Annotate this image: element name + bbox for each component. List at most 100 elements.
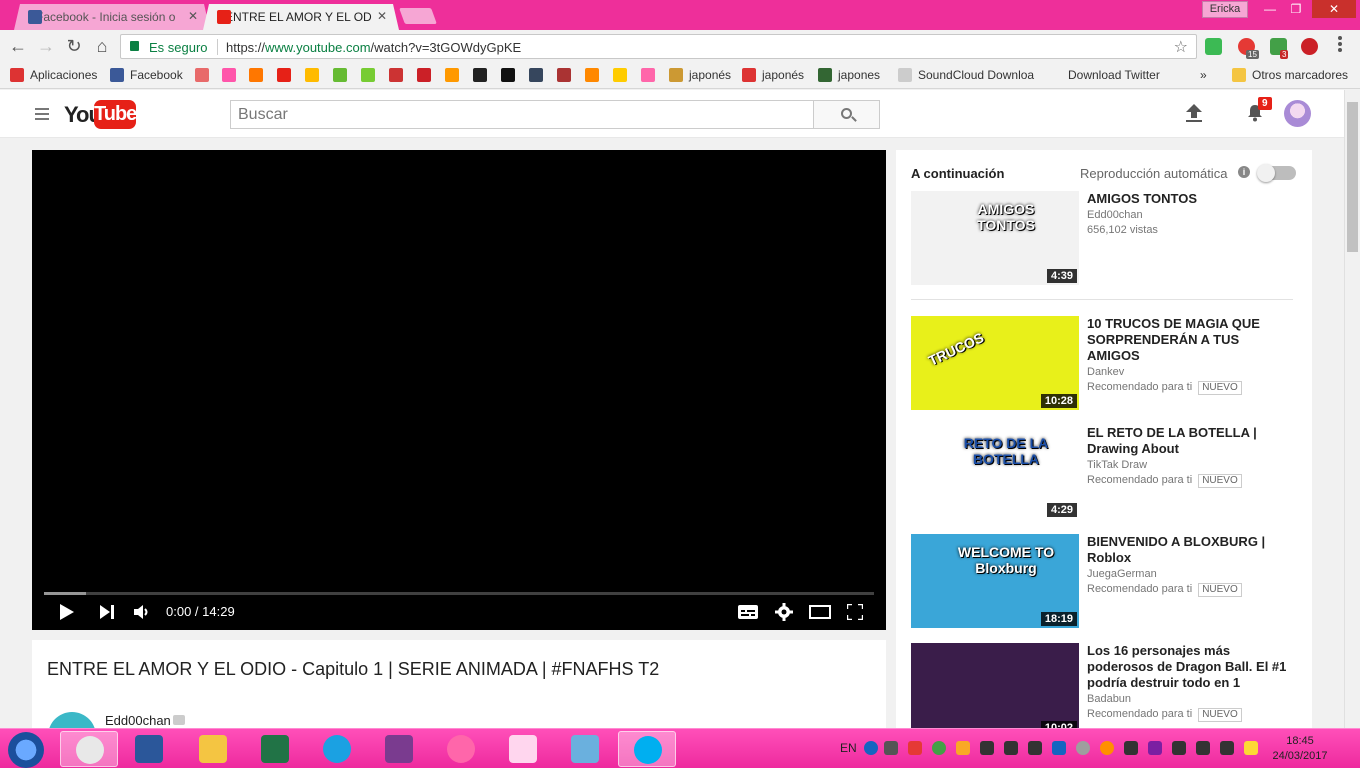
- taskbar-skype-button[interactable]: [618, 731, 676, 767]
- close-window-button[interactable]: ✕: [1312, 0, 1356, 18]
- up-next-video-item[interactable]: RETO DE LA BOTELLA 4:29 EL RETO DE LA BOTE…: [911, 425, 1293, 519]
- progress-bar[interactable]: [44, 592, 874, 595]
- settings-gear-icon[interactable]: [775, 603, 793, 621]
- address-bar[interactable]: Es seguro https://www.youtube.com/watch?…: [120, 34, 1197, 59]
- autoplay-toggle[interactable]: [1257, 164, 1296, 182]
- tray-app-icon[interactable]: [980, 741, 994, 755]
- tray-app-icon[interactable]: [1076, 741, 1090, 755]
- chrome-tray-icon[interactable]: [932, 741, 946, 755]
- bookmark-item[interactable]: [417, 68, 431, 82]
- bookmark-item[interactable]: japonés: [742, 68, 804, 82]
- bookmark-item[interactable]: [195, 68, 209, 82]
- up-next-video-title[interactable]: Los 16 personajes más poderosos de Drago…: [1087, 643, 1287, 691]
- up-next-video-item[interactable]: 10:02Los 16 personajes más poderosos de …: [911, 643, 1293, 737]
- bookmark-star-icon[interactable]: ☆: [1174, 37, 1188, 57]
- fullscreen-icon[interactable]: [847, 604, 863, 620]
- up-next-video-item[interactable]: WELCOME TO Bloxburg 18:19 BIENVENIDO A BLO…: [911, 534, 1293, 628]
- tray-app-icon[interactable]: [1100, 741, 1114, 755]
- tray-app-icon[interactable]: [1172, 741, 1186, 755]
- taskbar-winrar-button[interactable]: [370, 731, 428, 767]
- bookmark-item[interactable]: Otros marcadores: [1232, 68, 1348, 82]
- bookmark-item[interactable]: [641, 68, 655, 82]
- tab-facebook[interactable]: Facebook - Inicia sesión o ✕: [14, 4, 210, 30]
- up-next-channel[interactable]: TikTak Draw: [1087, 459, 1147, 471]
- bookmark-item[interactable]: [613, 68, 627, 82]
- minimize-button[interactable]: —: [1256, 0, 1284, 18]
- bookmark-item[interactable]: Aplicaciones: [10, 68, 97, 82]
- search-input[interactable]: Buscar: [230, 100, 814, 129]
- volume-icon[interactable]: [1124, 741, 1138, 755]
- bookmark-item[interactable]: [333, 68, 347, 82]
- help-icon[interactable]: [864, 741, 878, 755]
- taskbar-chrome-button[interactable]: [60, 731, 118, 767]
- back-icon[interactable]: ←: [7, 36, 29, 57]
- volume-icon[interactable]: [134, 604, 150, 620]
- network-icon[interactable]: [1220, 741, 1234, 755]
- user-avatar[interactable]: [1284, 100, 1311, 127]
- system-clock[interactable]: 18:45 24/03/2017: [1270, 734, 1330, 764]
- up-next-video-title[interactable]: 10 TRUCOS DE MAGIA QUE SORPRENDERÁN A TU…: [1087, 316, 1287, 364]
- language-indicator[interactable]: EN: [840, 741, 857, 755]
- close-tab-icon[interactable]: ✕: [188, 9, 198, 23]
- youtube-logo-tube[interactable]: Tube: [94, 100, 137, 129]
- tray-app-icon[interactable]: [956, 741, 970, 755]
- next-icon[interactable]: [100, 605, 114, 619]
- start-button[interactable]: [8, 732, 44, 768]
- bookmark-item[interactable]: [361, 68, 375, 82]
- upload-icon[interactable]: [1186, 104, 1202, 122]
- forward-icon[interactable]: →: [35, 36, 57, 57]
- bookmark-item[interactable]: Facebook: [110, 68, 183, 82]
- page-scrollbar[interactable]: [1344, 90, 1360, 728]
- taskbar-heart-button[interactable]: [494, 731, 552, 767]
- bookmark-item[interactable]: »: [1200, 68, 1207, 82]
- taskbar-ie-button[interactable]: [308, 731, 366, 767]
- extension-icon[interactable]: [1205, 38, 1222, 55]
- bookmark-item[interactable]: japonés: [669, 68, 731, 82]
- bookmark-item[interactable]: [222, 68, 236, 82]
- video-thumbnail[interactable]: TRUCOS 10:28: [911, 316, 1079, 410]
- tray-app-icon[interactable]: [1004, 741, 1018, 755]
- bookmark-item[interactable]: [473, 68, 487, 82]
- search-button[interactable]: [813, 100, 880, 129]
- bookmark-item[interactable]: [277, 68, 291, 82]
- onenote-icon[interactable]: [1148, 741, 1162, 755]
- maximize-button[interactable]: ❐: [1282, 0, 1310, 18]
- close-tab-icon[interactable]: ✕: [377, 9, 387, 23]
- pinterest-icon[interactable]: [1301, 38, 1318, 55]
- up-next-channel[interactable]: Badabun: [1087, 693, 1131, 705]
- up-next-video-item[interactable]: AMIGOS TONTOS 4:39 AMIGOS TONTOS Edd00chan 6…: [911, 191, 1293, 285]
- subtitles-icon[interactable]: [738, 605, 758, 619]
- bookmark-item[interactable]: [249, 68, 263, 82]
- home-icon[interactable]: ⌂: [91, 36, 113, 57]
- reload-icon[interactable]: ↻: [63, 36, 85, 57]
- bookmark-item[interactable]: [389, 68, 403, 82]
- video-thumbnail[interactable]: 10:02: [911, 643, 1079, 737]
- taskbar-network-button[interactable]: [556, 731, 614, 767]
- hamburger-menu-icon[interactable]: [35, 108, 49, 123]
- up-next-channel[interactable]: Edd00chan: [1087, 209, 1143, 221]
- play-icon[interactable]: [60, 604, 74, 620]
- show-hidden-icons-icon[interactable]: [884, 741, 898, 755]
- tray-app-icon[interactable]: [908, 741, 922, 755]
- bookmark-item[interactable]: japones: [818, 68, 880, 82]
- new-tab-button[interactable]: [399, 8, 437, 24]
- taskbar-osu-button[interactable]: [432, 731, 490, 767]
- bookmark-item[interactable]: Download Twitter: [1068, 68, 1160, 82]
- up-next-channel[interactable]: JuegaGerman: [1087, 568, 1157, 580]
- info-icon[interactable]: i: [1238, 166, 1250, 178]
- up-next-video-title[interactable]: EL RETO DE LA BOTELLA | Drawing About: [1087, 425, 1287, 457]
- video-thumbnail[interactable]: WELCOME TO Bloxburg 18:19: [911, 534, 1079, 628]
- bookmark-item[interactable]: [305, 68, 319, 82]
- tray-app-icon[interactable]: [1196, 741, 1210, 755]
- chrome-menu-icon[interactable]: [1338, 36, 1342, 54]
- bookmark-item[interactable]: SoundCloud Downloa: [898, 68, 1034, 82]
- tray-app-icon[interactable]: [1052, 741, 1066, 755]
- up-next-video-item[interactable]: TRUCOS 10:28 10 TRUCOS DE MAGIA QUE SORPRE…: [911, 316, 1293, 410]
- up-next-video-title[interactable]: BIENVENIDO A BLOXBURG | Roblox: [1087, 534, 1287, 566]
- bookmark-item[interactable]: [557, 68, 571, 82]
- scrollbar-thumb[interactable]: [1347, 102, 1358, 252]
- up-next-channel[interactable]: Dankev: [1087, 366, 1124, 378]
- url-text[interactable]: https://www.youtube.com/watch?v=3tGOWdyG…: [226, 40, 521, 55]
- channel-name[interactable]: Edd00chan: [105, 713, 171, 728]
- video-thumbnail[interactable]: RETO DE LA BOTELLA 4:29: [911, 425, 1079, 519]
